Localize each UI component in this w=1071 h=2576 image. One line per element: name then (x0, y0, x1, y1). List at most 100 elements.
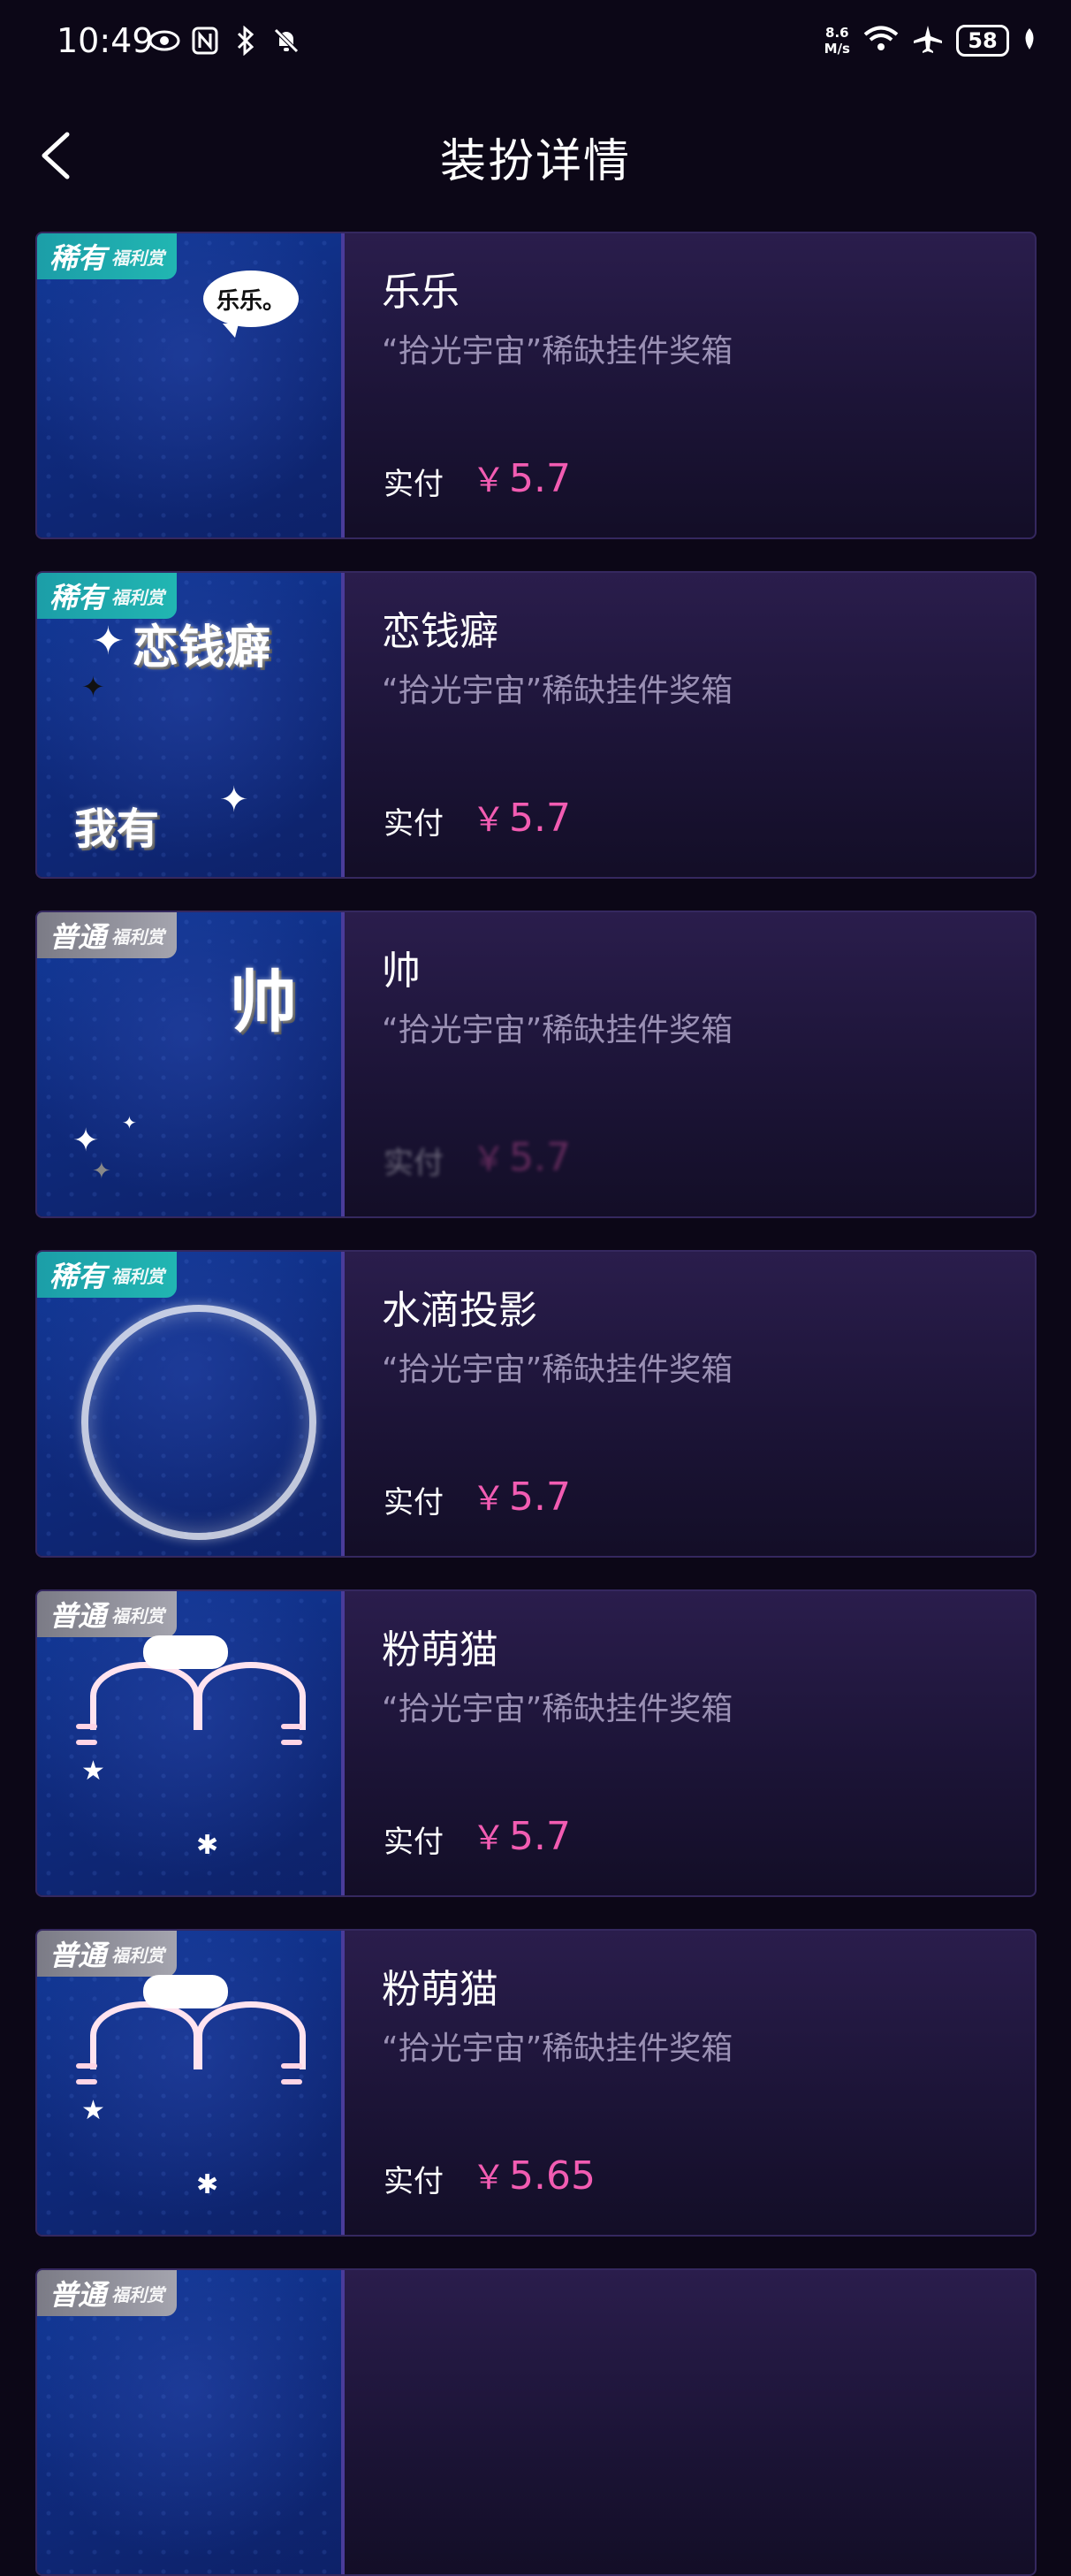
price-label: 实付 (384, 1485, 444, 1520)
badge-rarity-label: 稀有 (49, 581, 107, 614)
item-thumbnail: 普通 福利赏 (37, 2270, 345, 2574)
cat-ear-art (90, 1662, 200, 1730)
badge-rarity-label: 普通 (49, 2278, 107, 2312)
item-source: “拾光宇宙”稀缺挂件奖箱 (382, 1012, 733, 1048)
leaf-icon (1022, 27, 1037, 55)
badge-rarity-label: 稀有 (49, 1260, 107, 1293)
sparkle-icon: ✦ (92, 1158, 111, 1185)
whisker-art (281, 2079, 302, 2084)
currency-symbol: ￥ (472, 2158, 506, 2197)
star-icon: ✱ (196, 1830, 219, 1861)
item-name: 水滴投影 (382, 1288, 537, 1333)
item-thumbnail: 普通 福利赏 帅 ✦ ✦ ✦ (37, 912, 345, 1216)
item-price: ￥5.7 (472, 1471, 571, 1520)
price-label: 实付 (384, 806, 444, 842)
whisker-art (76, 2079, 97, 2084)
currency-symbol: ￥ (472, 1818, 506, 1857)
nfc-icon (189, 25, 221, 57)
star-icon: ★ (81, 2095, 105, 2126)
status-icons-right: 8.6 M/s 58 (824, 23, 1037, 58)
eye-icon (148, 25, 180, 57)
item-source: “拾光宇宙”稀缺挂件奖箱 (382, 673, 733, 709)
rarity-badge: 普通 福利赏 (37, 2270, 178, 2316)
rarity-badge: 稀有 福利赏 (37, 233, 178, 279)
price-label: 实付 (384, 1825, 444, 1860)
list-item[interactable]: 稀有 福利赏 乐乐。 乐乐 “拾光宇宙”稀缺挂件奖箱 实付 ￥5.7 (35, 232, 1037, 539)
badge-sub-label: 福利赏 (111, 2283, 165, 2305)
mute-bell-icon (270, 25, 302, 57)
list-item[interactable]: 稀有 福利赏 水滴投影 “拾光宇宙”稀缺挂件奖箱 实付 ￥5.7 (35, 1250, 1037, 1558)
badge-sub-label: 福利赏 (111, 926, 165, 948)
cat-tag-art (143, 1635, 228, 1669)
list-item[interactable]: 普通 福利赏 帅 ✦ ✦ ✦ 帅 “拾光宇宙”稀缺挂件奖箱 实付 ￥5.7 (35, 911, 1037, 1218)
cat-ear-art (196, 2001, 306, 2069)
price-label: 实付 (384, 2164, 444, 2199)
rarity-badge: 普通 福利赏 (37, 1931, 178, 1977)
currency-symbol: ￥ (472, 1139, 506, 1178)
price-value: 5.7 (509, 796, 571, 841)
price-value: 5.65 (509, 2153, 596, 2199)
badge-sub-label: 福利赏 (111, 1265, 165, 1287)
rarity-badge: 普通 福利赏 (37, 1591, 178, 1637)
sparkle-icon: ✦ (81, 670, 105, 704)
item-price: ￥5.7 (472, 1132, 571, 1180)
item-name: 帅 (382, 949, 421, 994)
badge-sub-label: 福利赏 (111, 1944, 165, 1966)
badge-sub-label: 福利赏 (111, 247, 165, 269)
water-bubble-art (81, 1305, 316, 1540)
list-item[interactable]: 稀有 福利赏 恋钱癖 我有 ✦ ✦ ✦ 恋钱癖 “拾光宇宙”稀缺挂件奖箱 实付 … (35, 571, 1037, 879)
list-item[interactable]: 普通 福利赏 (35, 2268, 1037, 2576)
status-bar: 10:49 8.6 M/s 58 (0, 0, 1071, 88)
item-source: “拾光宇宙”稀缺挂件奖箱 (382, 2031, 733, 2067)
list-item[interactable]: 普通 福利赏 ★ ✱ 粉萌猫 “拾光宇宙”稀缺挂件奖箱 实付 ￥5.65 (35, 1929, 1037, 2237)
item-thumbnail: 普通 福利赏 ★ ✱ (37, 1931, 345, 2235)
currency-symbol: ￥ (472, 1479, 506, 1518)
speech-bubble-art: 乐乐。 (203, 271, 299, 338)
list-item[interactable]: 普通 福利赏 ★ ✱ 粉萌猫 “拾光宇宙”稀缺挂件奖箱 实付 ￥5.7 (35, 1589, 1037, 1897)
item-name: 恋钱癖 (382, 609, 498, 654)
page-header: 装扮详情 (0, 106, 1071, 203)
sparkle-icon: ✦ (92, 619, 125, 664)
battery-indicator: 58 (956, 25, 1009, 57)
rarity-badge: 普通 福利赏 (37, 912, 178, 958)
art-text-secondary: 我有 (74, 804, 160, 854)
item-source: “拾光宇宙”稀缺挂件奖箱 (382, 1691, 733, 1727)
network-speed-value: 8.6 (825, 25, 849, 41)
rarity-badge: 稀有 福利赏 (37, 1252, 178, 1298)
item-name: 乐乐 (382, 270, 460, 315)
badge-sub-label: 福利赏 (111, 1604, 165, 1627)
price-label: 实付 (384, 467, 444, 502)
item-price: ￥5.65 (472, 2150, 596, 2199)
sparkle-icon: ✦ (72, 1123, 100, 1159)
item-price: ￥5.7 (472, 1810, 571, 1859)
art-text: 帅 (230, 963, 297, 1041)
art-text: 恋钱癖 (133, 621, 271, 674)
price-value: 5.7 (509, 1135, 571, 1180)
badge-sub-label: 福利赏 (111, 586, 165, 608)
badge-rarity-label: 普通 (49, 1939, 107, 1972)
whisker-art (281, 1724, 302, 1729)
price-value: 5.7 (509, 456, 571, 501)
cat-ear-art (196, 1662, 306, 1730)
status-time: 10:49 (57, 21, 154, 60)
item-thumbnail: 稀有 福利赏 恋钱癖 我有 ✦ ✦ ✦ (37, 573, 345, 877)
item-thumbnail: 稀有 福利赏 (37, 1252, 345, 1556)
item-thumbnail: 普通 福利赏 ★ ✱ (37, 1591, 345, 1895)
item-price: ￥5.7 (472, 453, 571, 501)
price-value: 5.7 (509, 1475, 571, 1520)
page-title: 装扮详情 (439, 135, 631, 188)
price-value: 5.7 (509, 1814, 571, 1859)
currency-symbol: ￥ (472, 461, 506, 499)
whisker-art (76, 1740, 97, 1745)
bluetooth-icon (230, 25, 262, 57)
whisker-art (76, 2063, 97, 2069)
network-speed-unit: M/s (824, 41, 850, 57)
sparkle-icon: ✦ (122, 1112, 137, 1133)
item-name: 粉萌猫 (382, 1967, 498, 2012)
item-name: 粉萌猫 (382, 1627, 498, 1673)
badge-rarity-label: 普通 (49, 920, 107, 954)
price-label: 实付 (384, 1146, 444, 1181)
airplane-icon (912, 23, 944, 58)
badge-rarity-label: 普通 (49, 1599, 107, 1633)
item-price: ￥5.7 (472, 792, 571, 841)
